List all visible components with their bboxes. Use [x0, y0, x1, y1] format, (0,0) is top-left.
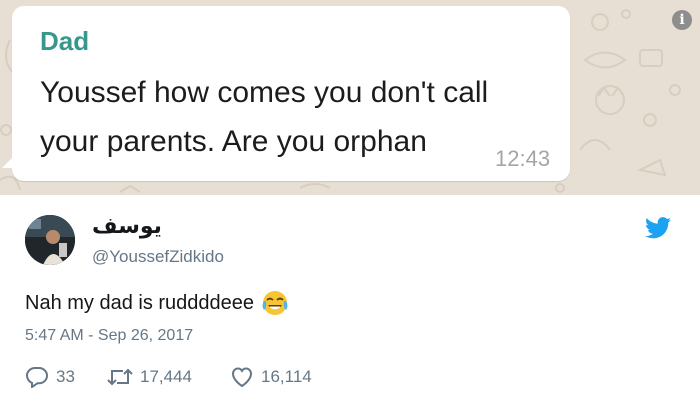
twitter-bird-icon[interactable]: [645, 217, 671, 239]
heart-icon: [231, 367, 253, 388]
reply-count: 33: [56, 367, 75, 386]
display-name[interactable]: يوسف: [92, 213, 162, 239]
like-button[interactable]: 16,114: [230, 365, 312, 389]
avatar[interactable]: [25, 215, 75, 265]
message-line-1: Youssef how comes you don't call: [40, 76, 489, 109]
tweet-text: Nah my dad is ruddddeee: [25, 290, 288, 316]
retweet-icon: [107, 368, 133, 386]
like-count: 16,114: [261, 367, 312, 386]
user-handle[interactable]: @YoussefZidkido: [92, 247, 224, 267]
message-text: Youssef how comes you don't call your pa…: [40, 68, 560, 166]
reply-button[interactable]: 33: [25, 365, 75, 389]
whatsapp-chat-screenshot: i Dad Youssef how comes you don't call y…: [0, 0, 700, 195]
retweet-button[interactable]: 17,444: [107, 365, 192, 389]
tweet-actions: 33 17,444 16,114: [25, 365, 425, 389]
message-time: 12:43: [495, 146, 551, 171]
info-icon[interactable]: i: [672, 10, 692, 30]
retweet-count: 17,444: [140, 367, 192, 386]
tweet-text-content: Nah my dad is ruddddeee: [25, 291, 255, 314]
reply-icon: [25, 367, 49, 388]
tweet-timestamp[interactable]: 5:47 AM - Sep 26, 2017: [25, 327, 193, 345]
tweet-card: يوسف @YoussefZidkido Nah my dad is ruddd…: [0, 195, 700, 406]
face-with-tears-of-joy-icon: [262, 290, 288, 316]
bubble-tail: [2, 154, 16, 168]
message-bubble: Dad Youssef how comes you don't call you…: [2, 6, 570, 181]
message-line-2: your parents. Are you orphan: [40, 125, 427, 158]
message-sender: Dad: [40, 26, 90, 56]
